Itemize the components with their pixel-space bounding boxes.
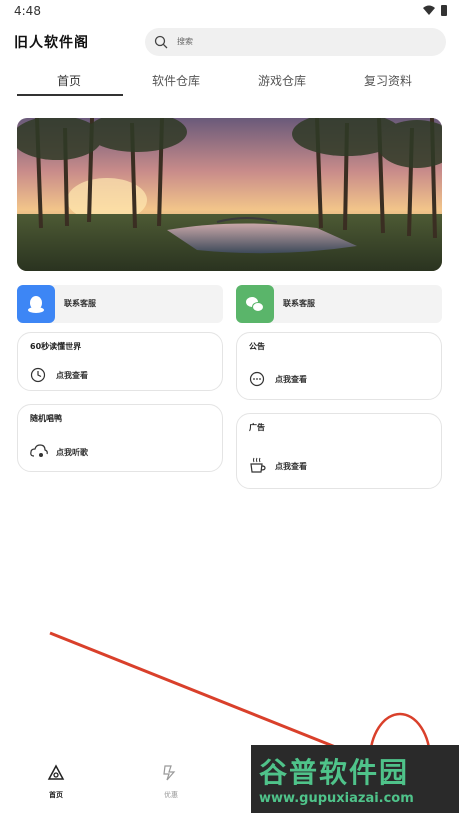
tab-software-repo[interactable]: 软件仓库 [152,72,200,89]
card-title: 公告 [249,342,265,351]
lightning-icon [163,765,176,781]
card-title: 60秒读懂世界 [30,342,82,351]
watermark-url: www.gupuxiazai.com [259,791,414,806]
nav-home[interactable]: 首页 [31,764,81,800]
status-time: 4:48 [14,4,41,18]
nav-label: 优惠 [164,791,178,799]
tab-home[interactable]: 首页 [57,72,81,89]
tab-game-repo[interactable]: 游戏仓库 [258,72,306,89]
contact-service-wechat-button[interactable]: 联系客服 [236,285,442,323]
nav-label: 首页 [49,791,63,799]
music-cloud-icon [30,444,48,457]
qq-icon [17,285,55,323]
chat-bubble-icon [249,371,265,387]
card-ad[interactable]: 广告 点我查看 [236,413,442,489]
card-notice[interactable]: 公告 点我查看 [236,332,442,400]
clock-icon [30,367,46,383]
search-input[interactable]: 搜索 [145,28,446,56]
banner-image[interactable] [17,118,442,271]
card-action: 点我查看 [56,371,88,380]
watermark-logo: 谷普软件园 www.gupuxiazai.com [251,745,459,813]
card-action: 点我查看 [275,375,307,384]
card-60s-news[interactable]: 60秒读懂世界 点我查看 [17,332,223,391]
search-placeholder: 搜索 [177,37,193,46]
card-title: 随机唱鸭 [30,414,62,423]
card-title: 广告 [249,423,265,432]
card-random-music[interactable]: 随机唱鸭 点我听歌 [17,404,223,472]
app-title: 旧人软件阁 [14,35,89,51]
status-bar: 4:48 [0,0,459,22]
nav-discount[interactable]: 优惠 [146,764,196,800]
home-triangle-icon [47,764,65,780]
search-icon [154,35,168,49]
tab-review-materials[interactable]: 复习资料 [364,72,412,89]
watermark-brand: 谷普软件园 [259,756,410,789]
card-action: 点我听歌 [56,448,88,457]
wifi-icon [423,5,435,15]
contact-service-label: 联系客服 [283,299,315,308]
battery-icon [441,5,447,16]
contact-service-qq-button[interactable]: 联系客服 [17,285,223,323]
card-action: 点我查看 [275,462,307,471]
wechat-icon [236,285,274,323]
contact-service-label: 联系客服 [64,299,96,308]
coffee-cup-icon [250,457,266,473]
active-tab-indicator [17,94,123,96]
